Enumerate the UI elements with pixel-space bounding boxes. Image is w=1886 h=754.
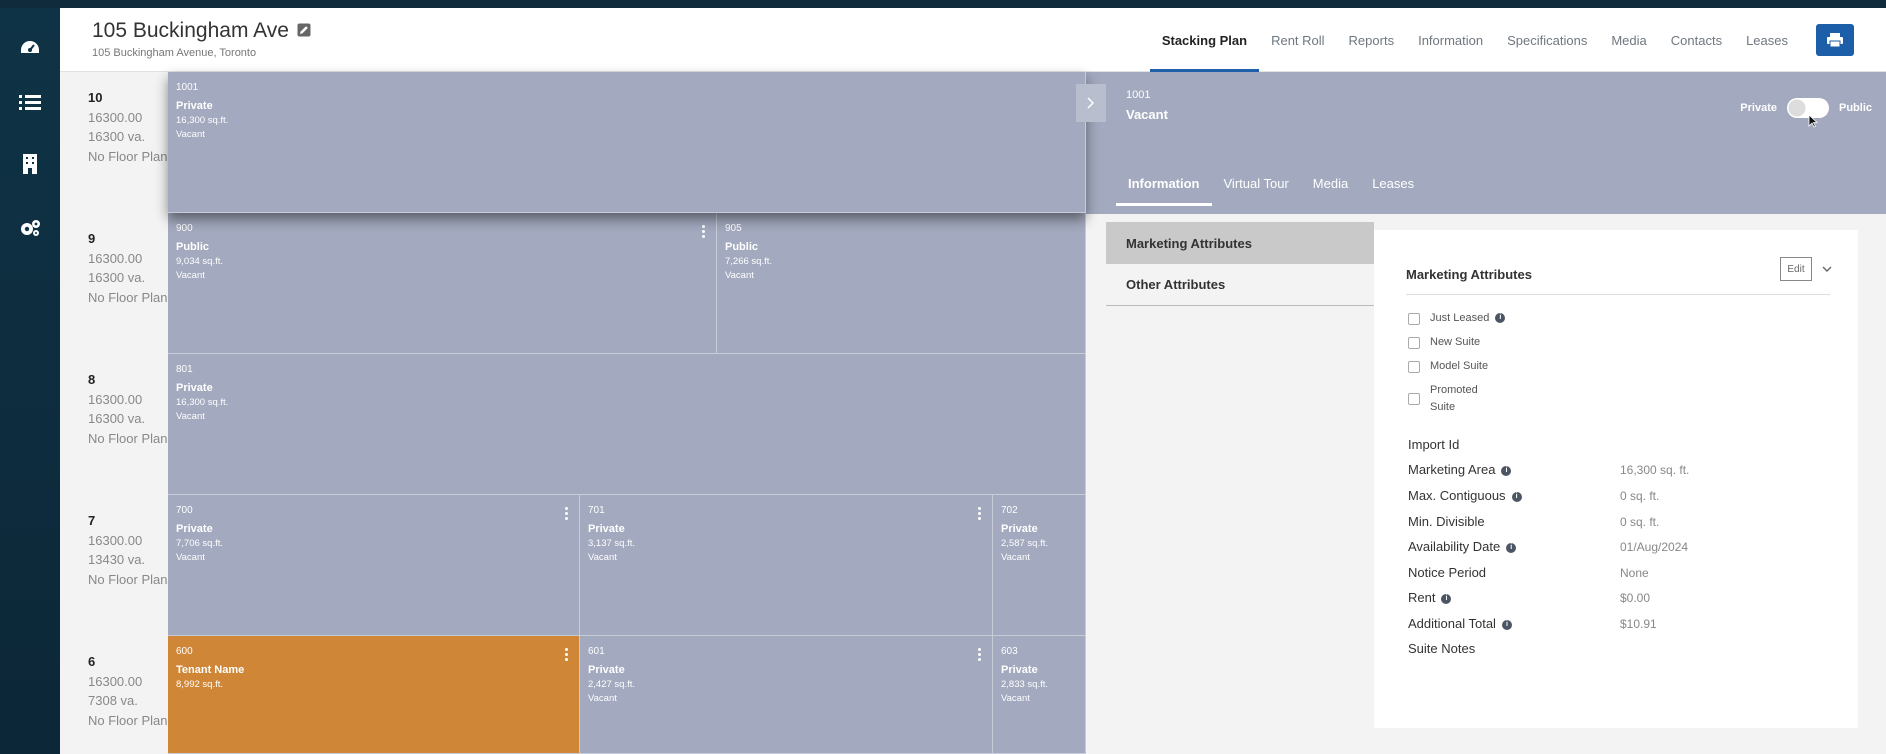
visibility-toggle-group: Private Public <box>1740 98 1872 118</box>
suite-700[interactable]: 700 Private 7,706 sq.ft. Vacant <box>168 495 580 636</box>
marketing-attributes-card: Marketing Attributes Edit Just Leased i N… <box>1374 230 1858 728</box>
attr-label: Notice Period <box>1408 565 1487 580</box>
print-button[interactable] <box>1816 24 1854 56</box>
page-header: 105 Buckingham Ave 105 Buckingham Avenue… <box>60 8 1886 72</box>
checkbox-model-suite[interactable]: Model Suite <box>1408 358 1488 375</box>
detail-suite-status: Vacant <box>1126 107 1168 122</box>
attr-value: $10.91 <box>1620 617 1657 631</box>
suite-701[interactable]: 701 Private 3,137 sq.ft. Vacant <box>580 495 993 636</box>
info-icon[interactable]: i <box>1506 542 1517 553</box>
detail-tab-virtual-tour[interactable]: Virtual Tour <box>1212 160 1301 206</box>
suite-905[interactable]: 905 Public 7,266 sq.ft. Vacant <box>717 213 1086 354</box>
detail-tabs: Information Virtual Tour Media Leases <box>1116 160 1426 206</box>
info-icon[interactable]: i <box>1501 465 1512 476</box>
attr-value: 01/Aug/2024 <box>1620 540 1689 554</box>
settings-icon[interactable] <box>14 212 46 244</box>
attr-value: $0.00 <box>1620 591 1651 605</box>
attr-label: Min. Divisible <box>1408 514 1485 529</box>
more-menu-icon[interactable] <box>565 507 569 522</box>
attr-value: 16,300 sq. ft. <box>1620 463 1690 477</box>
card-title: Marketing Attributes <box>1406 267 1532 282</box>
toggle-label-public: Public <box>1838 102 1872 114</box>
suite-detail-body: Marketing Attributes Other Attributes Ma… <box>1086 214 1886 754</box>
detail-tab-information[interactable]: Information <box>1116 160 1212 206</box>
checkbox-new-suite[interactable]: New Suite <box>1408 334 1480 351</box>
attr-value: 0 sq. ft. <box>1620 489 1660 503</box>
detail-tab-media[interactable]: Media <box>1301 160 1360 206</box>
more-menu-icon[interactable] <box>978 648 982 663</box>
toggle-label-private: Private <box>1740 102 1777 114</box>
attr-label: Additional Total i <box>1408 616 1512 631</box>
edit-button[interactable]: Edit <box>1780 257 1812 281</box>
suite-600[interactable]: 600 Tenant Name 8,992 sq.ft. <box>168 636 580 754</box>
attr-label: Max. Contiguous i <box>1408 488 1522 503</box>
attribute-sidenav: Marketing Attributes Other Attributes <box>1106 222 1374 306</box>
more-menu-icon[interactable] <box>978 507 982 522</box>
floor-label: 8 16300.00 16300 va. No Floor Plan <box>88 372 168 446</box>
info-icon[interactable]: i <box>1441 593 1452 604</box>
checkbox-just-leased[interactable]: Just Leased i <box>1408 310 1506 327</box>
detail-tab-leases[interactable]: Leases <box>1360 160 1426 206</box>
suite-801[interactable]: 801 Private 16,300 sq.ft. Vacant <box>168 354 1086 495</box>
floor-label: 7 16300.00 13430 va. No Floor Plan <box>88 513 168 587</box>
checkbox-promoted-suite[interactable]: Promoted Suite <box>1408 382 1490 416</box>
floor-labels: 10 16300.00 16300 va. No Floor Plan 9 16300.… <box>60 72 170 754</box>
tab-leases[interactable]: Leases <box>1734 8 1800 72</box>
tab-specifications[interactable]: Specifications <box>1495 8 1599 72</box>
detail-suite-number: 1001 <box>1126 89 1151 101</box>
building-address: 105 Buckingham Avenue, Toronto <box>92 47 257 59</box>
page-title: 105 Buckingham Ave <box>92 19 311 43</box>
suite-603[interactable]: 603 Private 2,833 sq.ft. Vacant <box>993 636 1086 754</box>
edit-icon[interactable] <box>297 19 311 43</box>
attr-label: Marketing Area i <box>1408 462 1512 477</box>
info-icon[interactable]: i <box>1501 619 1512 630</box>
divider <box>1406 294 1830 295</box>
suite-detail-header: 1001 Vacant Private Public Information V… <box>1086 72 1886 214</box>
suite-1001[interactable]: 1001 Private 16,300 sq.ft. Vacant <box>168 72 1086 213</box>
suite-900[interactable]: 900 Public 9,034 sq.ft. Vacant <box>168 213 717 354</box>
chevron-right-icon <box>1087 97 1095 109</box>
stacking-plan: 1001 Private 16,300 sq.ft. Vacant 900 Pu… <box>168 72 1086 754</box>
suite-702[interactable]: 702 Private 2,587 sq.ft. Vacant <box>993 495 1086 636</box>
suite-601[interactable]: 601 Private 2,427 sq.ft. Vacant <box>580 636 993 754</box>
main-nav: Stacking Plan Rent Roll Reports Informat… <box>1149 8 1800 72</box>
tab-stacking-plan[interactable]: Stacking Plan <box>1149 8 1260 72</box>
floor-label: 6 16300.00 7308 va. No Floor Plan <box>88 654 168 728</box>
sidenav-marketing-attributes[interactable]: Marketing Attributes <box>1106 222 1374 264</box>
building-name: 105 Buckingham Ave <box>92 19 289 42</box>
tab-contacts[interactable]: Contacts <box>1659 8 1734 72</box>
top-band <box>0 0 1886 8</box>
list-icon[interactable] <box>14 86 46 118</box>
attr-label: Rent i <box>1408 590 1452 605</box>
building-icon[interactable] <box>14 148 46 180</box>
sidenav-other-attributes[interactable]: Other Attributes <box>1106 264 1374 306</box>
attr-value: None <box>1620 566 1649 580</box>
info-icon[interactable]: i <box>1495 313 1506 324</box>
attr-label: Availability Date i <box>1408 539 1517 554</box>
tab-media[interactable]: Media <box>1599 8 1658 72</box>
attr-label: Import Id <box>1408 437 1460 452</box>
attr-value: 0 sq. ft. <box>1620 515 1660 529</box>
info-icon[interactable]: i <box>1511 491 1522 502</box>
more-menu-icon[interactable] <box>565 648 569 663</box>
dashboard-icon[interactable] <box>14 32 46 64</box>
mouse-cursor-icon <box>1808 114 1818 128</box>
floor-label: 10 16300.00 16300 va. No Floor Plan <box>88 90 168 164</box>
tab-reports[interactable]: Reports <box>1337 8 1407 72</box>
print-icon <box>1827 33 1843 47</box>
attr-label: Suite Notes <box>1408 641 1476 656</box>
more-menu-icon[interactable] <box>702 225 706 240</box>
tab-information[interactable]: Information <box>1406 8 1495 72</box>
floor-label: 9 16300.00 16300 va. No Floor Plan <box>88 231 168 305</box>
chevron-down-icon[interactable] <box>1820 262 1834 276</box>
left-rail <box>0 8 60 754</box>
tab-rent-roll[interactable]: Rent Roll <box>1259 8 1336 72</box>
collapse-panel-button[interactable] <box>1076 84 1106 122</box>
